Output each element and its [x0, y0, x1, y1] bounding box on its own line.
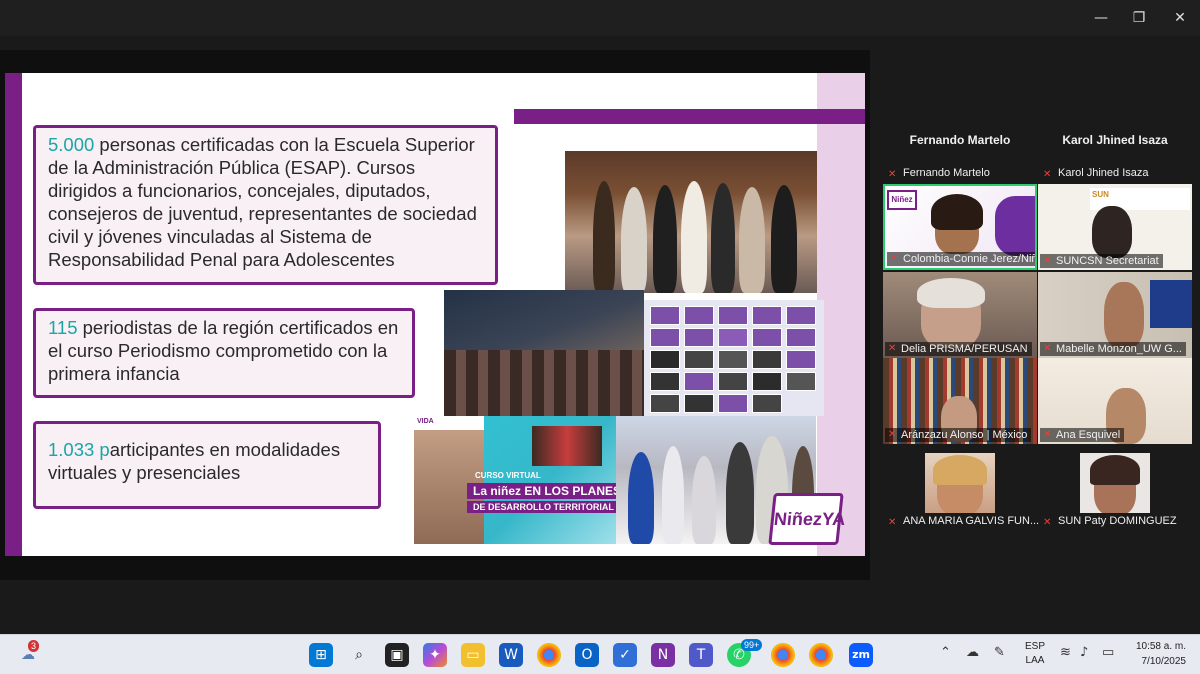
- clock[interactable]: 10:58 a. m. 7/10/2025: [1126, 639, 1186, 669]
- weather-badge: 3: [28, 640, 40, 652]
- video-tile[interactable]: ✕ Delia PRISMA/PERUSAN: [883, 272, 1037, 358]
- mic-muted-icon: ✕: [1043, 343, 1052, 354]
- volume-icon[interactable]: ♪: [1080, 645, 1088, 660]
- search-icon[interactable]: ⌕: [347, 643, 371, 667]
- zoom-window: — ❐ ✕ 5.000 personas certificadas con la…: [0, 0, 1200, 634]
- onenote-icon[interactable]: N: [651, 643, 675, 667]
- ninez-ya-logo: NiñezYA: [768, 493, 846, 545]
- video-tile[interactable]: ✕ Aránzazu Alonso | México: [883, 358, 1037, 444]
- stat-box-periodistas: 115 periodistas de la región certificado…: [33, 308, 415, 398]
- windows-taskbar: ☁ 3 ⊞ ⌕ ▣ ✦ ▭ W O ✓ N T ✆ 99+ zm ⌃ ☁ ✎ E…: [0, 634, 1200, 674]
- language-indicator[interactable]: ESP LAA: [1020, 640, 1050, 668]
- maximize-button[interactable]: ❐: [1124, 6, 1154, 30]
- close-button[interactable]: ✕: [1165, 6, 1195, 30]
- mic-muted-icon: ✕: [1043, 169, 1052, 180]
- chrome-profile-icon[interactable]: [771, 643, 795, 667]
- date-text: 7/10/2025: [1141, 656, 1187, 667]
- course-title-banner: CURSO VIRTUAL La niñez EN LOS PLANES DE …: [457, 471, 628, 535]
- word-icon[interactable]: W: [499, 643, 523, 667]
- stat-text: periodistas de la región certificados en…: [48, 317, 399, 384]
- teams-icon[interactable]: T: [689, 643, 713, 667]
- task-view-icon[interactable]: ▣: [385, 643, 409, 667]
- chevron-up-icon[interactable]: ⌃: [940, 645, 951, 660]
- video-tile[interactable]: ✕ Ana Esquivel: [1038, 358, 1192, 444]
- participant-label[interactable]: ✕ SUN Paty DOMINGUEZ: [1040, 515, 1177, 530]
- participant-name: ✕ Aránzazu Alonso | México: [885, 428, 1032, 442]
- participant-label[interactable]: ✕ Karol Jhined Isaza: [1040, 167, 1149, 182]
- chrome-icon[interactable]: [537, 643, 561, 667]
- time-text: 10:58 a. m.: [1135, 641, 1186, 652]
- onedrive-icon[interactable]: ☁: [966, 645, 979, 660]
- video-tile[interactable]: Niñez ✕ Colombia-Connie Jerez/Niñ...: [883, 184, 1037, 270]
- mic-muted-icon: ✕: [1043, 429, 1052, 440]
- participant-name: ✕ Colombia-Connie Jerez/Niñ...: [887, 252, 1035, 266]
- photo-certified-group: [565, 151, 817, 293]
- whatsapp-badge: 99+: [741, 639, 763, 651]
- video-tile[interactable]: ✕ Mabelle Monzon_UW G...: [1038, 272, 1192, 358]
- minimize-button[interactable]: —: [1086, 6, 1116, 30]
- title-bar: — ❐ ✕: [0, 0, 1200, 36]
- participant-header: Karol Jhined Isaza: [1062, 133, 1168, 147]
- slide-right-band: [817, 73, 865, 556]
- outlook-icon[interactable]: O: [575, 643, 599, 667]
- stat-text: personas certificadas con la Escuela Sup…: [48, 134, 477, 270]
- todo-icon[interactable]: ✓: [613, 643, 637, 667]
- course-subtitle: DE DESARROLLO TERRITORIAL: [467, 501, 620, 513]
- stat-box-participantes: 1.033 participantes en modalidades virtu…: [33, 421, 381, 509]
- chrome-profile-icon[interactable]: [809, 643, 833, 667]
- photo-virtual-meeting: [644, 300, 824, 416]
- slide-left-bar: [5, 73, 22, 556]
- participant-name: ✕ Ana Esquivel: [1040, 428, 1125, 442]
- participant-name: ✕ Delia PRISMA/PERUSAN: [885, 342, 1032, 356]
- copilot-icon[interactable]: ✦: [423, 643, 447, 667]
- participant-name: ✕ SUNCSN Secretariat: [1040, 254, 1163, 268]
- mic-muted-icon: ✕: [888, 429, 897, 440]
- participant-avatar: [1080, 453, 1150, 513]
- course-tag: CURSO VIRTUAL: [475, 471, 541, 480]
- poster-brand: VIDA: [414, 416, 484, 430]
- course-title: La niñez EN LOS PLANES: [467, 483, 628, 499]
- mic-muted-icon: ✕: [888, 517, 897, 528]
- mic-muted-icon: ✕: [890, 253, 899, 264]
- mic-muted-icon: ✕: [1043, 255, 1052, 266]
- file-explorer-icon[interactable]: ▭: [461, 643, 485, 667]
- wifi-icon[interactable]: ≋: [1060, 645, 1071, 660]
- zoom-icon[interactable]: zm: [849, 643, 873, 667]
- participant-avatar: [925, 453, 995, 513]
- mic-muted-icon: ✕: [888, 169, 897, 180]
- participant-name: ✕ Mabelle Monzon_UW G...: [1040, 342, 1186, 356]
- photo-auditorium: [444, 290, 644, 416]
- presentation-slide: 5.000 personas certificadas con la Escue…: [5, 73, 865, 556]
- video-tile[interactable]: SUN ✕ SUNCSN Secretariat: [1038, 184, 1192, 270]
- participant-label[interactable]: ✕ ANA MARIA GALVIS FUN...: [885, 515, 1039, 530]
- stat-number: 5.000: [48, 134, 95, 155]
- slide-top-bar: [514, 109, 865, 124]
- stat-number: 115: [48, 317, 78, 338]
- battery-icon[interactable]: ▭: [1102, 645, 1114, 660]
- start-icon[interactable]: ⊞: [309, 643, 333, 667]
- stat-number: 1.033 p: [48, 439, 110, 460]
- stat-box-esap: 5.000 personas certificadas con la Escue…: [33, 125, 498, 285]
- participant-label[interactable]: ✕ Fernando Martelo: [885, 167, 990, 182]
- mic-muted-icon: ✕: [888, 343, 897, 354]
- mic-muted-icon: ✕: [1043, 517, 1052, 528]
- pen-icon[interactable]: ✎: [994, 645, 1005, 660]
- participant-header: Fernando Martelo: [909, 133, 1011, 147]
